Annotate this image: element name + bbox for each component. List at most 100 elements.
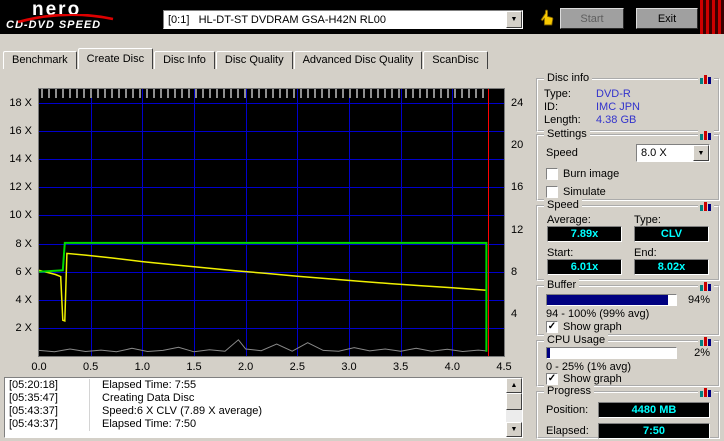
axis-tick-label: 10 X — [9, 209, 32, 222]
axis-tick-label: 1.0 — [134, 361, 150, 373]
cpu-bar-fill — [547, 348, 550, 358]
disc-length-label: Length: — [544, 114, 581, 126]
disc-id-label: ID: — [544, 101, 559, 113]
tab-advanced-disc-quality[interactable]: Advanced Disc Quality — [293, 51, 423, 69]
brand-stripes-decoration — [700, 0, 724, 34]
end-speed-label: End: — [634, 247, 657, 259]
position-row: Position: 4480 MB — [538, 402, 718, 418]
axis-tick-label: 16 X — [9, 125, 32, 138]
buffer-panel: Buffer 94% 94 - 100% (99% avg) Show grap… — [536, 279, 720, 336]
axis-tick-label: 1.5 — [186, 361, 202, 373]
log-text: Creating Data Disc — [102, 392, 195, 404]
speed-select[interactable]: 8.0 X ▼ — [636, 144, 710, 162]
log-text: Elapsed Time: 7:55 — [102, 379, 197, 391]
tab-disc-quality[interactable]: Disc Quality — [215, 51, 293, 69]
y-axis-right-labels: 24 20 16 12 8 4 — [508, 89, 533, 356]
start-speed-value: 6.01x — [547, 259, 622, 275]
log-row[interactable]: [05:43:37] Elapsed Time: 7:50 — [6, 418, 505, 431]
scroll-down-button[interactable]: ▼ — [506, 422, 522, 437]
cpu-show-graph-row[interactable]: Show graph — [538, 372, 718, 385]
average-speed-value: 7.89x — [547, 226, 622, 242]
tab-benchmark[interactable]: Benchmark — [3, 51, 77, 69]
speed-values-grid: Average: 7.89x Type: CLV Start: 6.01x End: 8… — [538, 207, 718, 280]
buffer-bar — [546, 294, 677, 306]
log-time: [05:43:37] — [6, 418, 90, 431]
log-text: Speed:6 X CLV (7.89 X average) — [102, 405, 263, 417]
simulate-checkbox[interactable] — [546, 185, 558, 198]
cpu-show-graph-label: Show graph — [563, 372, 622, 385]
elapsed-row: Elapsed: 7:50 — [538, 423, 718, 439]
cpu-usage-panel-title: CPU Usage — [544, 334, 609, 346]
position-value: 4480 MB — [598, 402, 710, 418]
speed-select-arrow-button[interactable]: ▼ — [693, 145, 709, 161]
simulate-label: Simulate — [563, 185, 606, 198]
hand-icon — [540, 9, 553, 26]
scroll-thumb[interactable] — [506, 393, 522, 410]
axis-tick-label: 8 — [511, 265, 518, 278]
drive-select[interactable]: [0:1] HL-DT-ST DVDRAM GSA-H42N RL00 ▼ — [163, 10, 523, 29]
log-scrollbar[interactable]: ▲ ▼ — [506, 378, 522, 437]
axis-tick-label: 4.0 — [444, 361, 460, 373]
elapsed-value: 7:50 — [598, 423, 710, 439]
drive-select-value: [0:1] HL-DT-ST DVDRAM GSA-H42N RL00 — [168, 13, 387, 26]
axis-tick-label: 4 X — [15, 293, 32, 306]
log-panel: [05:20:18] Elapsed Time: 7:55 [05:35:47] C… — [4, 377, 523, 438]
hand-tool-button[interactable] — [534, 7, 558, 28]
buffer-show-graph-row[interactable]: Show graph — [538, 320, 718, 333]
progress-panel: Progress Position: 4480 MB Elapsed: 7:50 — [536, 385, 720, 439]
axis-tick-label: 0.0 — [31, 361, 47, 373]
log-text: Elapsed Time: 7:50 — [102, 418, 197, 430]
buffer-panel-title: Buffer — [544, 279, 580, 291]
scroll-up-button[interactable]: ▲ — [506, 378, 522, 393]
axis-tick-label: 2 X — [15, 321, 32, 334]
speed-type-label: Type: — [634, 214, 661, 226]
axis-tick-label: 12 — [511, 223, 524, 236]
speed-panel-title: Speed — [544, 199, 582, 211]
arrow-down-icon: ▼ — [510, 426, 518, 433]
settings-panel-title: Settings — [544, 128, 590, 140]
axis-tick-label: 3.0 — [341, 361, 357, 373]
buffer-show-graph-checkbox[interactable] — [546, 320, 558, 333]
log-row[interactable]: [05:20:18] Elapsed Time: 7:55 — [6, 379, 505, 392]
tab-disc-info[interactable]: Disc Info — [154, 51, 215, 69]
axis-tick-label: 6 X — [15, 265, 32, 278]
cpu-show-graph-checkbox[interactable] — [546, 372, 558, 385]
disc-info-panel-title: Disc info — [544, 72, 593, 84]
disc-length-row: Length: 4.38 GB — [538, 114, 718, 127]
nero-logo: nero CD-DVD SPEED — [6, 0, 146, 31]
disc-info-panel: Disc info Type: DVD-R ID: IMC JPN Length… — [536, 72, 720, 132]
speed-setting-label: Speed — [546, 147, 578, 159]
tab-scandisc[interactable]: ScanDisc — [423, 51, 488, 69]
progress-panel-icon — [698, 387, 714, 399]
speed-type-value: CLV — [634, 226, 709, 242]
cpu-bar — [546, 347, 677, 359]
disc-id-value: IMC JPN — [596, 101, 640, 113]
nero-cd-dvd-speed-window: nero CD-DVD SPEED [0:1] HL-DT-ST DVDRAM … — [0, 0, 724, 441]
disc-id-row: ID: IMC JPN — [538, 101, 718, 114]
exit-button[interactable]: Exit — [636, 8, 698, 29]
speed-panel: Speed Average: 7.89x Type: CLV Start: 6.01x… — [536, 199, 720, 281]
speed-panel-icon — [698, 201, 714, 213]
axis-tick-label: 2.0 — [238, 361, 254, 373]
axis-tick-label: 18 X — [9, 97, 32, 110]
burn-image-label: Burn image — [563, 167, 620, 180]
position-label: Position: — [546, 404, 589, 416]
tab-create-disc[interactable]: Create Disc — [77, 48, 154, 69]
axis-tick-label: 24 — [511, 97, 524, 110]
drive-select-arrow-button[interactable]: ▼ — [506, 11, 522, 28]
settings-panel: Settings Speed 8.0 X ▼ Burn image Simula… — [536, 128, 720, 201]
disc-type-row: Type: DVD-R — [538, 88, 718, 101]
y-axis-left-labels: 18 X 16 X 14 X 12 X 10 X 8 X 6 X 4 X 2 X — [5, 89, 36, 356]
burn-image-checkbox[interactable] — [546, 167, 558, 180]
log-time: [05:20:18] — [6, 379, 90, 392]
cpu-usage-panel-icon — [698, 336, 714, 348]
chart-area: 18 X 16 X 14 X 12 X 10 X 8 X 6 X 4 X 2 X 24 20 16 1… — [5, 74, 533, 375]
burn-image-row[interactable]: Burn image — [538, 167, 718, 180]
cpu-usage-panel: CPU Usage 2% 0 - 25% (1% avg) Show graph — [536, 334, 720, 387]
start-button[interactable]: Start — [560, 8, 624, 29]
log-row[interactable]: [05:35:47] Creating Data Disc — [6, 392, 505, 405]
log-list: [05:20:18] Elapsed Time: 7:55 [05:35:47] C… — [6, 379, 505, 436]
log-row[interactable]: [05:43:37] Speed:6 X CLV (7.89 X average) — [6, 405, 505, 418]
axis-tick-label: 14 X — [9, 153, 32, 166]
simulate-row[interactable]: Simulate — [538, 185, 718, 198]
